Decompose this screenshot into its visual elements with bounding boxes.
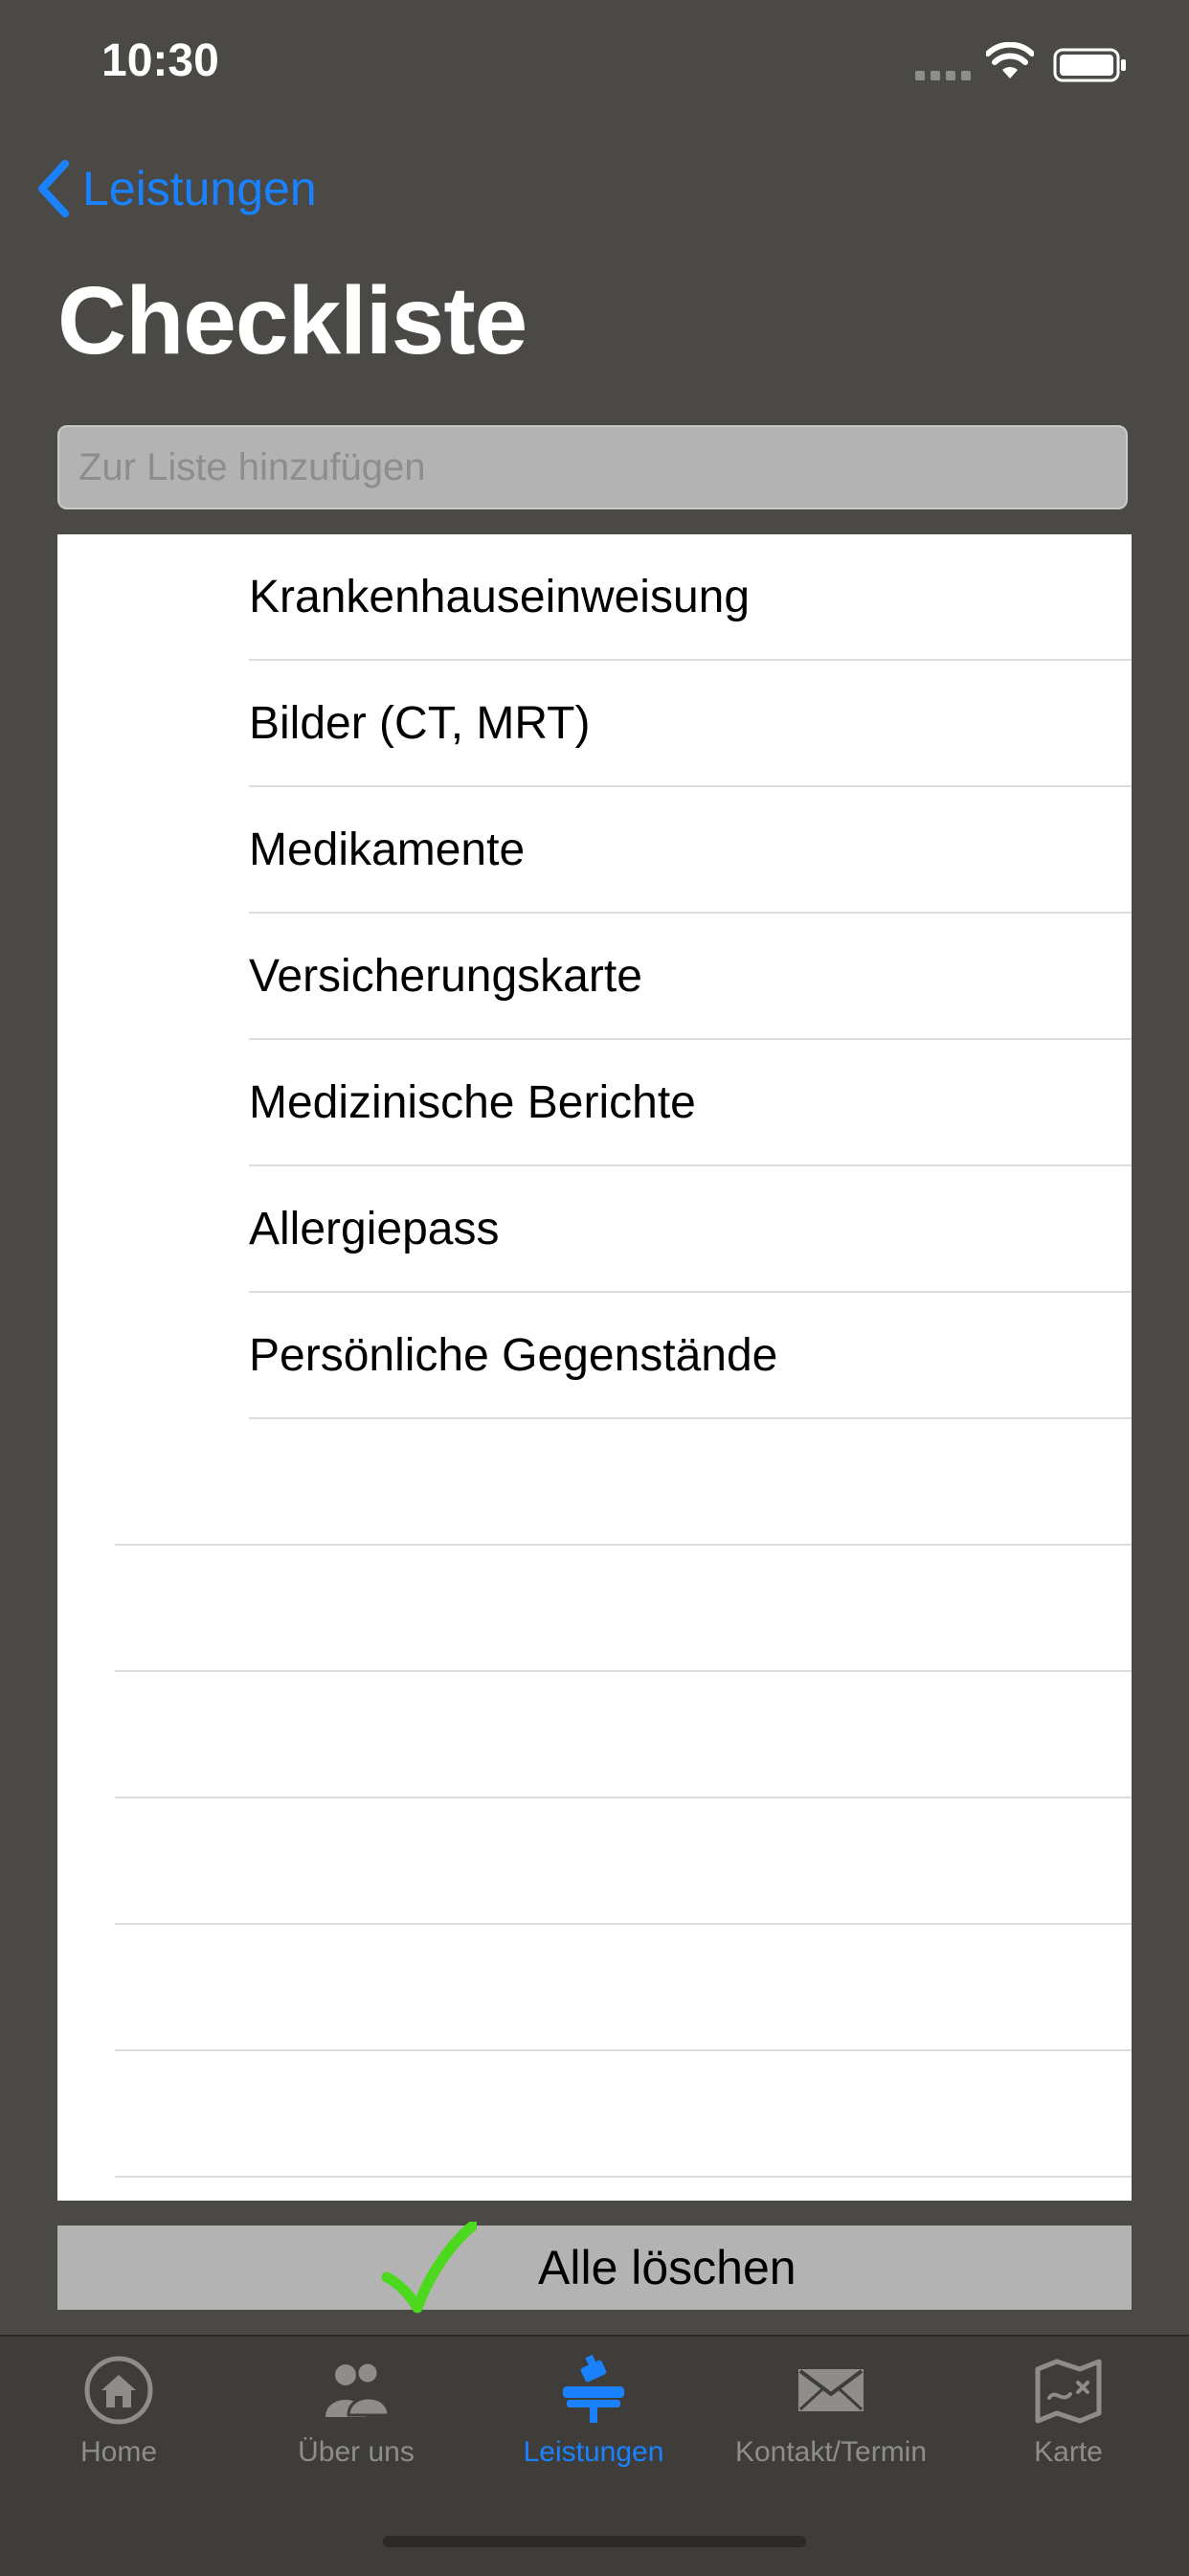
back-button[interactable]: Leistungen	[34, 155, 317, 222]
tab-services[interactable]: Leistungen	[488, 2354, 699, 2497]
list-item-label: Persönliche Gegenstände	[249, 1330, 778, 1381]
chevron-left-icon	[38, 160, 69, 217]
battery-icon	[1053, 48, 1126, 82]
list-item-label: Krankenhauseinweisung	[249, 572, 751, 622]
home-indicator[interactable]	[383, 2536, 806, 2547]
list-item[interactable]: Medikamente	[57, 787, 1132, 914]
empty-row	[57, 1925, 1132, 2051]
envelope-icon	[798, 2369, 864, 2411]
list-item[interactable]: Medizinische Berichte	[57, 1040, 1132, 1166]
tab-label: Karte	[1034, 2436, 1103, 2468]
row-separator	[115, 2176, 1132, 2178]
empty-row	[57, 2051, 1132, 2178]
tab-home[interactable]: Home	[13, 2354, 224, 2497]
list-item-label: Allergiepass	[249, 1204, 500, 1254]
empty-row	[57, 1798, 1132, 1925]
cellular-signal-icon	[915, 71, 971, 80]
tab-label: Kontakt/Termin	[734, 2436, 928, 2468]
home-icon	[84, 2356, 153, 2425]
list-item[interactable]: Persönliche Gegenstände	[57, 1293, 1132, 1419]
tab-map[interactable]: Karte	[963, 2354, 1174, 2497]
tab-about-us[interactable]: Über uns	[251, 2354, 461, 2497]
checklist: Krankenhauseinweisung Bilder (CT, MRT) M…	[57, 534, 1132, 2201]
map-icon	[1035, 2359, 1102, 2424]
add-item-input[interactable]	[57, 425, 1128, 509]
tab-label: Leistungen	[523, 2436, 664, 2468]
list-item-label: Medizinische Berichte	[249, 1077, 696, 1128]
status-bar: 10:30	[0, 0, 1189, 134]
status-time: 10:30	[101, 35, 219, 86]
back-button-label: Leistungen	[82, 162, 317, 215]
empty-row	[57, 1546, 1132, 1672]
list-item[interactable]: Bilder (CT, MRT)	[57, 661, 1132, 787]
checkmark-icon	[381, 2222, 477, 2314]
clear-all-label: Alle löschen	[538, 2241, 796, 2294]
empty-row	[57, 1672, 1132, 1798]
list-item[interactable]: Allergiepass	[57, 1166, 1132, 1293]
list-item-label: Versicherungskarte	[249, 951, 642, 1002]
wifi-icon	[986, 42, 1034, 79]
tab-label: Über uns	[298, 2436, 415, 2468]
page-title: Checkliste	[57, 267, 527, 374]
list-item-label: Bilder (CT, MRT)	[249, 698, 591, 749]
list-item[interactable]: Krankenhauseinweisung	[57, 534, 1132, 661]
list-item[interactable]: Versicherungskarte	[57, 914, 1132, 1040]
services-icon	[563, 2354, 624, 2423]
list-item-label: Medikamente	[249, 825, 526, 875]
tab-label: Home	[79, 2436, 158, 2468]
people-icon	[325, 2361, 391, 2417]
clear-all-button[interactable]: Alle löschen	[57, 2222, 1132, 2314]
empty-row	[57, 1419, 1132, 1546]
tab-contact[interactable]: Kontakt/Termin	[726, 2354, 936, 2497]
